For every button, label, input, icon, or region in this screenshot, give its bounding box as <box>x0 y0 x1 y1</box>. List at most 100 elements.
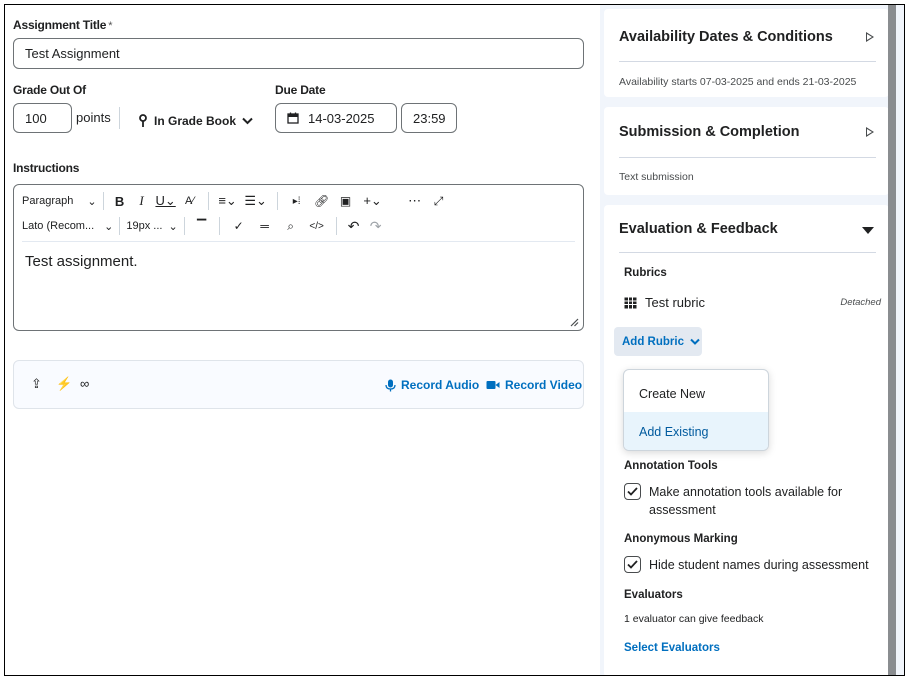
spellcheck-icon[interactable]: ✓ <box>226 219 252 233</box>
anonymous-checkbox-row[interactable]: Hide student names during assessment <box>624 556 869 574</box>
instructions-editor: Paragraph ⌄ B I U⌄ A⁄ ≡⌄ ☰⌄ ▸⁞ 🔗︎ ▣ +⌄ ⋯… <box>13 184 584 331</box>
editor-content[interactable]: Test assignment. <box>25 253 138 270</box>
fullscreen-icon[interactable]: ⤢ <box>428 194 450 209</box>
annotation-text-line-2: assessment <box>649 503 716 517</box>
format-painter-icon[interactable]: ▔ <box>191 219 213 233</box>
collapse-triangle-icon[interactable] <box>862 227 874 234</box>
due-date-label: Due Date <box>275 83 326 97</box>
points-label: points <box>76 110 111 125</box>
availability-card[interactable]: Availability Dates & Conditions Availabi… <box>604 9 889 97</box>
editor-toolbar-row-2: Lato (Recom... ⌄ 19px ... ⌄ ▔ ✓ ═ ⌕ </> … <box>22 215 387 237</box>
record-video-button[interactable]: Record Video <box>486 378 582 392</box>
menu-item-add-existing[interactable]: Add Existing <box>624 412 768 450</box>
upload-icon[interactable]: ⇪ <box>31 376 42 392</box>
add-rubric-button[interactable]: Add Rubric <box>614 327 702 356</box>
link-icon[interactable]: 🔗︎ <box>310 194 334 208</box>
underline-icon[interactable]: U⌄ <box>154 193 178 209</box>
evaluation-title[interactable]: Evaluation & Feedback <box>619 221 778 237</box>
size-dropdown[interactable]: 19px ... <box>126 220 162 232</box>
card-divider <box>619 61 876 62</box>
resize-handle-icon[interactable] <box>569 317 579 327</box>
annotation-label: Annotation Tools <box>624 460 718 472</box>
preview-icon[interactable]: ⌕ <box>278 219 304 234</box>
quicklink-icon[interactable]: ⚡ <box>56 376 72 392</box>
toolbar-separator <box>183 217 185 235</box>
expand-triangle-icon[interactable] <box>866 32 874 42</box>
editor-toolbar-row-1: Paragraph ⌄ B I U⌄ A⁄ ≡⌄ ☰⌄ ▸⁞ 🔗︎ ▣ +⌄ ⋯… <box>22 190 450 212</box>
menu-item-create-new[interactable]: Create New <box>624 374 768 413</box>
hr-icon[interactable]: ═ <box>252 219 278 233</box>
select-evaluators-link[interactable]: Select Evaluators <box>624 642 720 654</box>
submission-card[interactable]: Submission & Completion Text submission <box>604 107 889 195</box>
gradebook-dropdown[interactable]: In Grade Book <box>138 110 253 132</box>
source-code-icon[interactable]: </> <box>304 221 330 232</box>
rubric-row: Test rubric Detached <box>624 295 881 310</box>
bold-icon[interactable]: B <box>110 194 130 209</box>
more-actions-icon[interactable]: ⋯ <box>402 193 428 209</box>
record-video-label: Record Video <box>505 378 583 392</box>
grade-label: Grade Out Of <box>13 83 86 97</box>
annotation-text: Make annotation tools available for asse… <box>649 483 842 519</box>
annotation-text-line-1: Make annotation tools available for <box>649 485 843 499</box>
undo-icon[interactable]: ↶ <box>343 218 365 235</box>
scrollbar[interactable] <box>888 5 896 675</box>
redo-icon[interactable]: ↷ <box>365 218 387 235</box>
italic-icon[interactable]: I <box>130 193 154 209</box>
toolbar-separator <box>335 217 337 235</box>
submission-summary: Text submission <box>619 171 694 183</box>
due-time-value: 23:59 <box>413 110 446 126</box>
pin-icon <box>139 114 147 127</box>
add-rubric-menu: Create New Add Existing <box>623 369 769 451</box>
anonymous-checkbox[interactable] <box>624 556 641 573</box>
toolbar-separator <box>102 192 104 210</box>
gradebook-label: In Grade Book <box>154 114 237 128</box>
settings-panel: Availability Dates & Conditions Availabi… <box>600 5 904 675</box>
record-audio-button[interactable]: Record Audio <box>385 378 479 392</box>
rubric-name[interactable]: Test rubric <box>645 295 705 310</box>
evaluators-summary: 1 evaluator can give feedback <box>624 613 764 625</box>
chevron-down-icon: ⌄ <box>87 195 97 208</box>
insert-more-icon[interactable]: +⌄ <box>358 193 388 209</box>
grade-input[interactable]: 100 <box>13 103 72 133</box>
grade-value: 100 <box>25 110 47 126</box>
card-divider <box>619 157 876 158</box>
toolbar-separator <box>119 217 121 235</box>
evaluators-label: Evaluators <box>624 589 683 601</box>
assignment-editor: Assignment Title * Test Assignment Grade … <box>4 4 905 676</box>
annotation-checkbox[interactable] <box>624 483 641 500</box>
title-label: Assignment Title * <box>13 18 113 32</box>
rubric-grid-icon <box>624 297 637 308</box>
divider <box>119 107 120 129</box>
chevron-down-icon <box>242 117 253 125</box>
annotation-checkbox-row[interactable]: Make annotation tools available for asse… <box>624 483 842 519</box>
chevron-down-icon <box>690 338 700 345</box>
toolbar-separator <box>218 217 220 235</box>
microphone-icon <box>385 379 396 391</box>
title-input-value: Test Assignment <box>25 46 120 61</box>
checkmark-icon <box>627 560 638 569</box>
toolbar-divider <box>22 241 575 242</box>
availability-summary: Availability starts 07-03-2025 and ends … <box>619 76 857 88</box>
attachment-bar: ⇪ ⚡ ∞ Record Audio Record Video <box>13 360 584 409</box>
list-icon[interactable]: ☰⌄ <box>241 193 271 209</box>
paragraph-dropdown[interactable]: Paragraph <box>22 195 73 207</box>
font-dropdown[interactable]: Lato (Recom... <box>22 220 94 232</box>
chevron-down-icon: ⌄ <box>104 220 114 233</box>
title-input[interactable]: Test Assignment <box>13 38 584 69</box>
toolbar-separator <box>276 192 278 210</box>
chevron-down-icon: ⌄ <box>168 220 178 233</box>
video-camera-icon <box>486 381 500 389</box>
insert-stuff-icon[interactable]: ▸⁞ <box>284 196 310 207</box>
due-date-value: 14-03-2025 <box>308 110 375 126</box>
due-time-input[interactable]: 23:59 <box>401 103 457 133</box>
expand-triangle-icon[interactable] <box>866 127 874 137</box>
instructions-label: Instructions <box>13 161 80 175</box>
align-icon[interactable]: ≡⌄ <box>215 193 241 209</box>
format-icon[interactable]: A⁄ <box>178 195 202 207</box>
availability-title: Availability Dates & Conditions <box>619 29 833 45</box>
link-icon[interactable]: ∞ <box>80 376 89 391</box>
calendar-icon <box>287 112 299 124</box>
image-icon[interactable]: ▣ <box>334 194 358 208</box>
rubrics-label: Rubrics <box>624 267 667 279</box>
due-date-input[interactable]: 14-03-2025 <box>275 103 397 133</box>
